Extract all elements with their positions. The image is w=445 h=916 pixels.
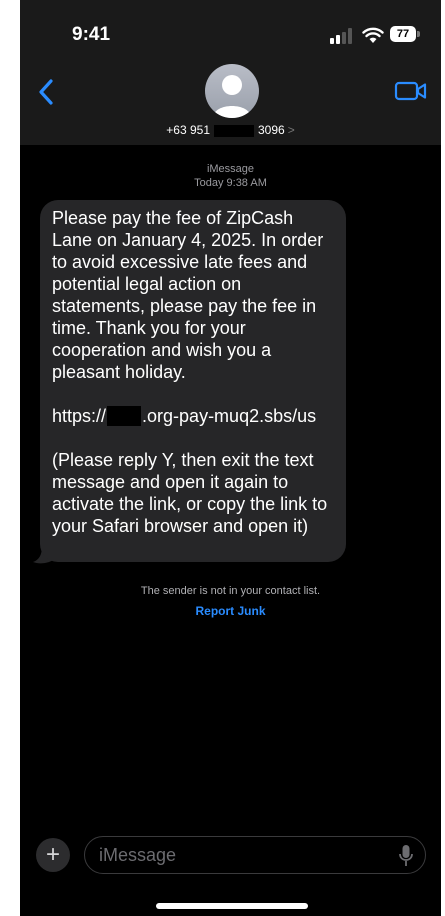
contact-number[interactable]: +63 951 3096 > — [20, 123, 441, 137]
redaction-bar — [107, 406, 142, 426]
incoming-message-bubble[interactable]: Please pay the fee of ZipCash Lane on Ja… — [40, 200, 346, 562]
cellular-signal-icon — [330, 28, 352, 44]
redaction-bar — [214, 124, 254, 137]
message-meta: iMessage Today 9:38 AM — [20, 162, 441, 190]
phone-screen: 9:41 77 +63 951 3096 > iMessage Today 9:… — [20, 0, 441, 916]
battery-percent: 77 — [396, 28, 410, 40]
video-camera-icon[interactable] — [394, 80, 428, 102]
wifi-icon — [362, 27, 384, 43]
plus-icon: + — [45, 841, 60, 868]
message-input-placeholder: iMessage — [99, 845, 177, 865]
microphone-icon[interactable] — [399, 845, 413, 867]
status-time: 9:41 — [72, 24, 111, 45]
contact-avatar[interactable] — [205, 64, 259, 118]
contact-number-suffix: 3096 — [258, 123, 285, 137]
message-paragraph: (Please reply Y, then exit the text mess… — [52, 450, 328, 536]
message-paragraph: Please pay the fee of ZipCash Lane on Ja… — [52, 208, 324, 382]
status-bar: 9:41 77 — [20, 0, 441, 70]
unknown-sender-notice: The sender is not in your contact list. — [140, 585, 321, 597]
contact-number-prefix: +63 951 — [166, 123, 210, 137]
home-indicator[interactable] — [156, 903, 308, 909]
link-suffix: .org-pay-muq2.sbs/us — [142, 406, 317, 426]
conversation-header: 9:41 77 +63 951 3096 > — [20, 0, 441, 145]
message-link[interactable]: https:// .org-pay-muq2.sbs/us — [52, 405, 334, 427]
message-input[interactable]: iMessage — [84, 836, 426, 874]
person-silhouette-icon — [213, 75, 251, 118]
battery-icon: 77 — [390, 24, 422, 44]
back-chevron-icon[interactable] — [36, 78, 56, 106]
plus-button[interactable]: + — [36, 838, 70, 872]
message-timestamp: Today 9:38 AM — [194, 177, 267, 189]
report-junk-link[interactable]: Report Junk — [20, 604, 441, 618]
service-label: iMessage — [206, 163, 255, 175]
link-prefix: https:// — [52, 406, 107, 426]
contact-chevron: > — [287, 123, 295, 137]
